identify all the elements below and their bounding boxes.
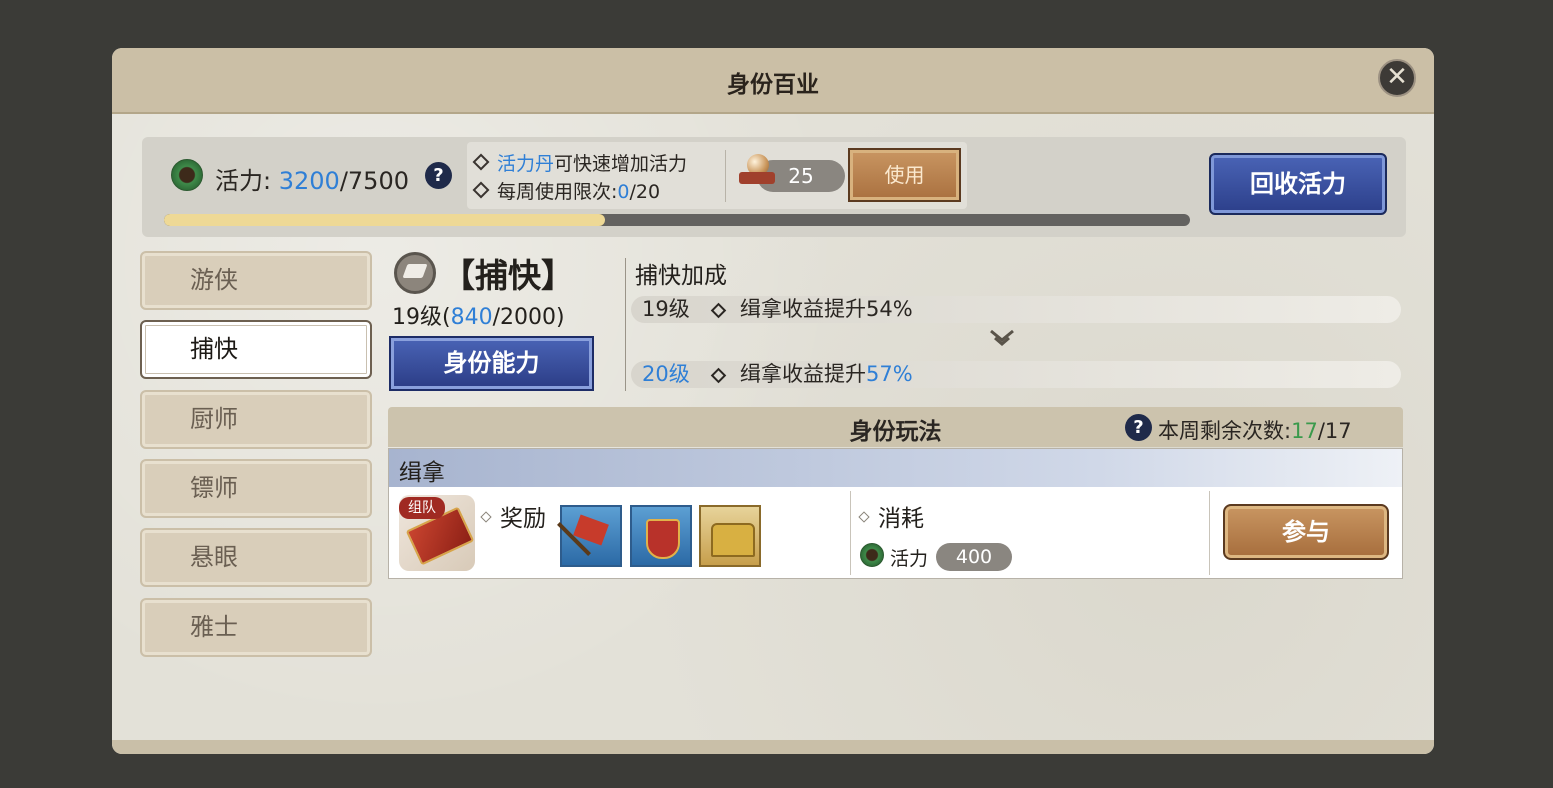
weekly-used: 0 — [617, 181, 630, 203]
exp-current: 840 — [450, 305, 493, 330]
divider — [850, 491, 851, 575]
cost-label: 消耗 — [858, 499, 924, 533]
weekly-max: /20 — [629, 181, 661, 203]
bonus-current-text: 缉拿收益提升54% — [740, 297, 913, 321]
bullet-icon — [480, 511, 492, 523]
identity-panel: 身份百业 ✕ 活力: 3200/7500 ? 活力丹可快速增加活力 每周使用限次… — [112, 48, 1434, 754]
tab-youxia[interactable]: 游侠 — [140, 251, 372, 310]
cost-type: 活力 — [890, 548, 929, 570]
modes-help-icon[interactable]: ? — [1125, 414, 1152, 441]
cost-value-badge: 400 — [936, 543, 1012, 571]
reward-flag-icon[interactable] — [557, 505, 622, 567]
bonus-current-level: 19级 — [642, 297, 690, 321]
vitality-pill-name: 活力丹 — [497, 153, 555, 175]
reward-chest-icon[interactable] — [699, 505, 761, 567]
title-bar: 身份百业 ✕ — [112, 48, 1434, 114]
bonus-next-level: 20级 — [642, 362, 690, 386]
remaining-current: 17 — [1291, 419, 1318, 443]
vitality-icon — [171, 159, 203, 191]
vitality-readout: 活力: 3200/7500 — [215, 161, 409, 196]
divider — [1209, 491, 1210, 575]
chevron-down-icon — [990, 329, 1014, 346]
bonus-current-row: 19级 缉拿收益提升54% — [631, 296, 1401, 323]
bonus-next-value: 57% — [866, 362, 913, 386]
vitality-item-box: 活力丹可快速增加活力 每周使用限次:0/20 25 使用 — [467, 142, 967, 209]
reward-shield-icon[interactable] — [630, 505, 692, 567]
join-button[interactable]: 参与 — [1223, 504, 1389, 560]
close-button[interactable]: ✕ — [1378, 59, 1416, 97]
bonus-next-prefix: 缉拿收益提升 — [740, 362, 866, 386]
activity-name: 缉拿 — [399, 460, 445, 486]
level-prefix: 19级( — [392, 305, 451, 330]
vitality-current: 3200 — [278, 167, 340, 195]
weekly-limit: 每周使用限次:0/20 — [472, 177, 661, 204]
vitality-icon — [860, 543, 884, 567]
bonus-next-text: 缉拿收益提升57% — [740, 361, 913, 388]
vitality-progress-bar — [164, 214, 1190, 226]
weekly-limit-label: 每周使用限次: — [497, 181, 618, 203]
vitality-tip-text: 可快速增加活力 — [554, 153, 688, 175]
divider — [625, 258, 626, 391]
exp-suffix: /2000) — [492, 305, 565, 330]
panel-title: 身份百业 — [727, 72, 819, 98]
use-button[interactable]: 使用 — [848, 148, 961, 202]
bullet-icon — [472, 153, 490, 171]
activity-icon[interactable]: 组队 — [399, 495, 475, 571]
team-badge: 组队 — [399, 497, 445, 519]
identity-ability-button[interactable]: 身份能力 — [389, 336, 594, 391]
vitality-max: /7500 — [339, 167, 409, 195]
item-count: 25 — [788, 164, 814, 188]
vitality-tip: 活力丹可快速增加活力 — [472, 149, 688, 176]
tab-escort[interactable]: 镖师 — [140, 459, 372, 518]
bonus-title: 捕快加成 — [635, 263, 727, 289]
remaining-max: /17 — [1317, 419, 1352, 443]
role-level: 19级(840/2000) — [392, 299, 565, 331]
tab-chef[interactable]: 厨师 — [140, 390, 372, 449]
cost-value: 400 — [955, 546, 993, 568]
bonus-next-row: 20级 缉拿收益提升57% — [631, 361, 1401, 388]
reward-label-text: 奖励 — [500, 506, 546, 532]
modes-header: 身份玩法 ? 本周剩余次数:17/17 — [388, 407, 1403, 447]
tab-bukuai[interactable]: 捕快 — [140, 320, 372, 379]
activity-header: 缉拿 — [389, 449, 1402, 487]
bullet-icon — [710, 367, 727, 384]
vitality-label: 活力: — [215, 167, 272, 195]
vitality-pill-icon[interactable] — [737, 152, 777, 192]
activity-card: 缉拿 组队 奖励 消耗 活力 400 参与 — [388, 448, 1403, 579]
weekly-remaining: 本周剩余次数:17/17 — [1158, 415, 1352, 445]
recycle-vitality-button[interactable]: 回收活力 — [1209, 153, 1387, 215]
vitality-progress-fill — [164, 214, 606, 226]
bullet-icon — [472, 181, 490, 199]
remaining-label: 本周剩余次数: — [1158, 419, 1292, 443]
vitality-box: 活力: 3200/7500 ? 活力丹可快速增加活力 每周使用限次:0/20 2… — [142, 137, 1406, 237]
role-emblem-icon — [394, 252, 436, 294]
cost-label-text: 消耗 — [878, 506, 924, 532]
tab-xuanyan[interactable]: 悬眼 — [140, 528, 372, 587]
tab-scholar[interactable]: 雅士 — [140, 598, 372, 657]
bullet-icon — [710, 302, 727, 319]
vitality-help-icon[interactable]: ? — [425, 162, 452, 189]
reward-label: 奖励 — [480, 499, 546, 533]
divider — [725, 150, 726, 202]
bullet-icon — [858, 511, 870, 523]
bottom-bar — [112, 740, 1434, 754]
role-name: 【捕快】 — [442, 256, 574, 295]
